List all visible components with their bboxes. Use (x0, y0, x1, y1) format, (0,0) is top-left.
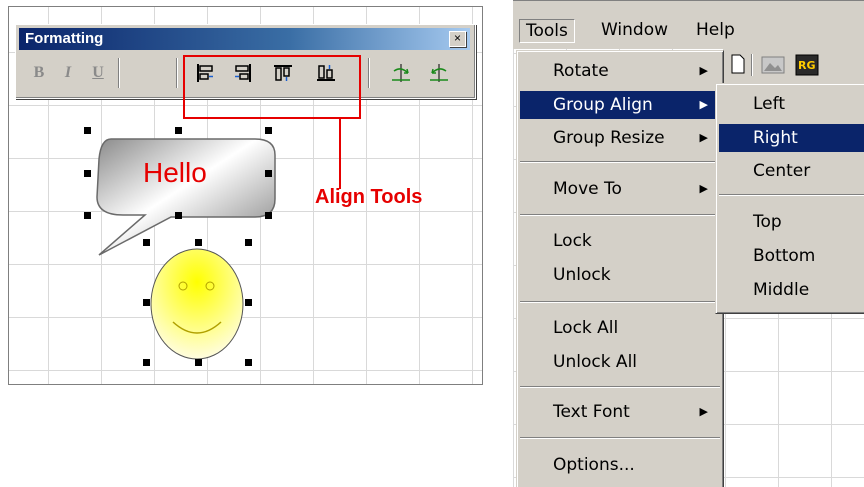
menu-item-label: Options... (553, 455, 635, 475)
menu-item-label: Unlock All (553, 352, 638, 372)
selection-handle[interactable] (265, 127, 272, 134)
menu-item-label: Lock (553, 231, 592, 251)
submenu-arrow-icon: ▶ (699, 182, 708, 195)
menu-item-label: Rotate (553, 61, 609, 81)
selection-handle[interactable] (143, 239, 150, 246)
formatting-title: Formatting (25, 30, 104, 47)
bold-button[interactable]: B (26, 60, 52, 86)
hello-text: Hello (143, 157, 207, 188)
selection-handle[interactable] (175, 127, 182, 134)
selection-handle[interactable] (84, 170, 91, 177)
align-tools-label: Align Tools (315, 186, 423, 208)
group-align-submenu: Left Right Center Top Bottom Middle (715, 83, 864, 314)
selection-handle[interactable] (245, 299, 252, 306)
menu-separator (520, 214, 720, 216)
menu-item-rotate[interactable]: Rotate ▶ (520, 57, 720, 85)
menu-item-label: Unlock (553, 265, 611, 285)
menu-item-label: Move To (553, 179, 622, 199)
menu-item-label: Text Font (553, 402, 630, 422)
menu-item-lock[interactable]: Lock (520, 227, 720, 255)
align-tools-highlight (183, 55, 361, 119)
menu-separator (520, 437, 720, 439)
submenu-arrow-icon: ▶ (699, 98, 708, 111)
menu-item-align-bottom[interactable]: Bottom (719, 242, 864, 270)
toolbar-separator (751, 54, 753, 76)
selection-handle[interactable] (84, 212, 91, 219)
selection-handle[interactable] (245, 359, 252, 366)
menu-separator (520, 301, 720, 303)
tools-menu: Rotate ▶ Group Align ▶ Group Resize ▶ Mo… (516, 50, 724, 487)
document-icon[interactable] (731, 54, 745, 74)
menu-help[interactable]: Help (690, 19, 741, 41)
selection-handle[interactable] (195, 239, 202, 246)
menu-item-label: Left (753, 94, 785, 114)
close-button[interactable]: × (449, 31, 466, 47)
menu-item-align-left[interactable]: Left (719, 90, 864, 118)
selection-handle[interactable] (84, 127, 91, 134)
menu-item-text-font[interactable]: Text Font ▶ (520, 398, 720, 426)
selection-handle[interactable] (195, 359, 202, 366)
selection-handle[interactable] (245, 239, 252, 246)
toolbar-separator (118, 58, 120, 88)
rotate-right-button[interactable] (388, 60, 414, 86)
menu-item-move-to[interactable]: Move To ▶ (520, 175, 720, 203)
application-window: Tools Window Help RG Rotate ▶ Group Alig… (513, 0, 864, 487)
menu-item-align-top[interactable]: Top (719, 208, 864, 236)
menu-item-label: Middle (753, 280, 810, 300)
rotate-left-button[interactable] (426, 60, 452, 86)
app-toolbar: RG (723, 46, 864, 86)
submenu-arrow-icon: ▶ (699, 405, 708, 418)
menu-item-label: Right (753, 128, 798, 148)
menu-separator (719, 194, 864, 196)
menu-item-label: Bottom (753, 246, 816, 266)
selection-handle[interactable] (175, 212, 182, 219)
submenu-arrow-icon: ▶ (699, 131, 708, 144)
svg-text:RG: RG (798, 59, 816, 72)
menu-item-unlock-all[interactable]: Unlock All (520, 348, 720, 376)
menu-item-group-resize[interactable]: Group Resize ▶ (520, 124, 720, 152)
menu-separator (520, 161, 720, 163)
menu-tools[interactable]: Tools (519, 19, 575, 43)
menu-bar: Tools Window Help (513, 0, 864, 49)
menu-item-label: Top (753, 212, 782, 232)
menu-item-unlock[interactable]: Unlock (520, 261, 720, 289)
selection-handle[interactable] (265, 212, 272, 219)
image-icon[interactable] (761, 56, 785, 74)
align-tools-pointer (339, 119, 341, 189)
italic-button[interactable]: I (55, 60, 81, 86)
menu-item-lock-all[interactable]: Lock All (520, 314, 720, 342)
menu-item-label: Group Align (553, 95, 653, 115)
formatting-titlebar[interactable]: Formatting × (19, 28, 470, 50)
menu-item-label: Group Resize (553, 128, 665, 148)
rotate-left-icon (430, 64, 448, 82)
menu-item-label: Lock All (553, 318, 619, 338)
menu-item-align-right[interactable]: Right (719, 124, 864, 152)
rgb-color-icon[interactable]: RG (795, 54, 819, 76)
toolbar-separator (176, 58, 178, 88)
menu-item-align-center[interactable]: Center (719, 157, 864, 185)
drawing-canvas[interactable]: Formatting × B I U Align Tools Hello (8, 6, 483, 385)
menu-item-label: Center (753, 161, 811, 181)
underline-button[interactable]: U (85, 60, 111, 86)
selection-handle[interactable] (265, 170, 272, 177)
selection-handle[interactable] (143, 359, 150, 366)
smiley-face-shape[interactable] (147, 244, 247, 364)
menu-item-options[interactable]: Options... (520, 451, 720, 479)
rotate-right-icon (392, 64, 410, 82)
selection-handle[interactable] (143, 299, 150, 306)
menu-separator (520, 386, 720, 388)
menu-item-group-align[interactable]: Group Align ▶ (520, 91, 720, 119)
menu-item-align-middle[interactable]: Middle (719, 276, 864, 304)
toolbar-separator (368, 58, 370, 88)
submenu-arrow-icon: ▶ (699, 64, 708, 77)
menu-window[interactable]: Window (595, 19, 674, 41)
